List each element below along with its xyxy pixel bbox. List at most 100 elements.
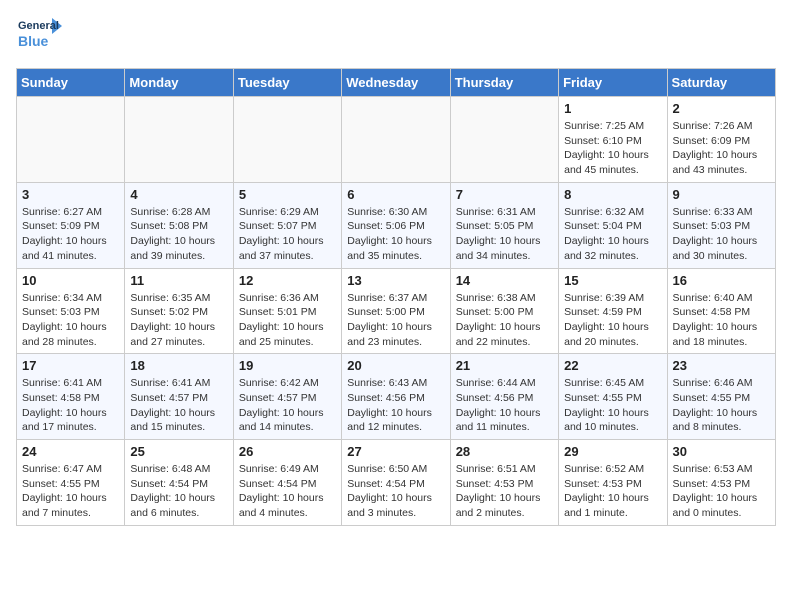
calendar-cell: 4 Sunrise: 6:28 AM Sunset: 5:08 PM Daylig…	[125, 182, 233, 268]
day-number: 14	[456, 273, 553, 288]
day-info: Sunrise: 6:40 AM Sunset: 4:58 PM Dayligh…	[673, 291, 770, 350]
day-info: Sunrise: 6:46 AM Sunset: 4:55 PM Dayligh…	[673, 376, 770, 435]
day-number: 21	[456, 358, 553, 373]
calendar-cell: 29 Sunrise: 6:52 AM Sunset: 4:53 PM Dayli…	[559, 440, 667, 526]
calendar-week-row: 10 Sunrise: 6:34 AM Sunset: 5:03 PM Dayli…	[17, 268, 776, 354]
day-info: Sunrise: 6:44 AM Sunset: 4:56 PM Dayligh…	[456, 376, 553, 435]
calendar-week-row: 1Sunrise: 7:25 AM Sunset: 6:10 PM Daylig…	[17, 97, 776, 183]
day-number: 4	[130, 187, 227, 202]
calendar-cell: 6 Sunrise: 6:30 AM Sunset: 5:06 PM Daylig…	[342, 182, 450, 268]
day-info: Sunrise: 6:41 AM Sunset: 4:57 PM Dayligh…	[130, 376, 227, 435]
weekday-header: Tuesday	[233, 69, 341, 97]
day-number: 22	[564, 358, 661, 373]
day-number: 5	[239, 187, 336, 202]
logo-svg: GeneralBlue	[16, 16, 66, 58]
weekday-header: Friday	[559, 69, 667, 97]
day-number: 6	[347, 187, 444, 202]
day-info: Sunrise: 6:47 AM Sunset: 4:55 PM Dayligh…	[22, 462, 119, 521]
day-info: Sunrise: 6:50 AM Sunset: 4:54 PM Dayligh…	[347, 462, 444, 521]
day-info: Sunrise: 6:32 AM Sunset: 5:04 PM Dayligh…	[564, 205, 661, 264]
day-number: 28	[456, 444, 553, 459]
calendar-cell: 21 Sunrise: 6:44 AM Sunset: 4:56 PM Dayli…	[450, 354, 558, 440]
calendar-cell: 18 Sunrise: 6:41 AM Sunset: 4:57 PM Dayli…	[125, 354, 233, 440]
calendar-header: SundayMondayTuesdayWednesdayThursdayFrid…	[17, 69, 776, 97]
day-number: 19	[239, 358, 336, 373]
calendar-week-row: 3 Sunrise: 6:27 AM Sunset: 5:09 PM Daylig…	[17, 182, 776, 268]
day-number: 8	[564, 187, 661, 202]
day-info: Sunrise: 6:28 AM Sunset: 5:08 PM Dayligh…	[130, 205, 227, 264]
calendar-cell: 27 Sunrise: 6:50 AM Sunset: 4:54 PM Dayli…	[342, 440, 450, 526]
calendar-cell: 26Sunrise: 6:49 AM Sunset: 4:54 PM Dayli…	[233, 440, 341, 526]
calendar-cell: 30 Sunrise: 6:53 AM Sunset: 4:53 PM Dayli…	[667, 440, 775, 526]
day-number: 29	[564, 444, 661, 459]
day-info: Sunrise: 6:27 AM Sunset: 5:09 PM Dayligh…	[22, 205, 119, 264]
header-row: SundayMondayTuesdayWednesdayThursdayFrid…	[17, 69, 776, 97]
day-number: 26	[239, 444, 336, 459]
logo: GeneralBlue	[16, 16, 66, 58]
day-number: 18	[130, 358, 227, 373]
calendar-cell: 9Sunrise: 6:33 AM Sunset: 5:03 PM Daylig…	[667, 182, 775, 268]
calendar-cell	[450, 97, 558, 183]
calendar-cell	[233, 97, 341, 183]
calendar-cell	[125, 97, 233, 183]
calendar-cell: 14Sunrise: 6:38 AM Sunset: 5:00 PM Dayli…	[450, 268, 558, 354]
weekday-header: Wednesday	[342, 69, 450, 97]
day-number: 3	[22, 187, 119, 202]
day-info: Sunrise: 6:51 AM Sunset: 4:53 PM Dayligh…	[456, 462, 553, 521]
calendar-cell: 5 Sunrise: 6:29 AM Sunset: 5:07 PM Daylig…	[233, 182, 341, 268]
day-info: Sunrise: 6:30 AM Sunset: 5:06 PM Dayligh…	[347, 205, 444, 264]
weekday-header: Sunday	[17, 69, 125, 97]
day-info: Sunrise: 6:39 AM Sunset: 4:59 PM Dayligh…	[564, 291, 661, 350]
day-number: 27	[347, 444, 444, 459]
day-number: 7	[456, 187, 553, 202]
day-info: Sunrise: 6:29 AM Sunset: 5:07 PM Dayligh…	[239, 205, 336, 264]
calendar-cell	[17, 97, 125, 183]
day-number: 25	[130, 444, 227, 459]
day-number: 20	[347, 358, 444, 373]
calendar-cell	[342, 97, 450, 183]
day-number: 17	[22, 358, 119, 373]
calendar: SundayMondayTuesdayWednesdayThursdayFrid…	[16, 68, 776, 526]
day-info: Sunrise: 6:41 AM Sunset: 4:58 PM Dayligh…	[22, 376, 119, 435]
calendar-cell: 13 Sunrise: 6:37 AM Sunset: 5:00 PM Dayli…	[342, 268, 450, 354]
day-number: 30	[673, 444, 770, 459]
calendar-cell: 15 Sunrise: 6:39 AM Sunset: 4:59 PM Dayli…	[559, 268, 667, 354]
calendar-cell: 28 Sunrise: 6:51 AM Sunset: 4:53 PM Dayli…	[450, 440, 558, 526]
day-number: 10	[22, 273, 119, 288]
calendar-cell: 7 Sunrise: 6:31 AM Sunset: 5:05 PM Daylig…	[450, 182, 558, 268]
day-info: Sunrise: 6:45 AM Sunset: 4:55 PM Dayligh…	[564, 376, 661, 435]
day-info: Sunrise: 6:37 AM Sunset: 5:00 PM Dayligh…	[347, 291, 444, 350]
calendar-cell: 24Sunrise: 6:47 AM Sunset: 4:55 PM Dayli…	[17, 440, 125, 526]
day-info: Sunrise: 6:36 AM Sunset: 5:01 PM Dayligh…	[239, 291, 336, 350]
day-number: 2	[673, 101, 770, 116]
calendar-cell: 25Sunrise: 6:48 AM Sunset: 4:54 PM Dayli…	[125, 440, 233, 526]
day-number: 16	[673, 273, 770, 288]
calendar-cell: 8 Sunrise: 6:32 AM Sunset: 5:04 PM Daylig…	[559, 182, 667, 268]
day-number: 13	[347, 273, 444, 288]
day-number: 1	[564, 101, 661, 116]
calendar-cell: 16 Sunrise: 6:40 AM Sunset: 4:58 PM Dayli…	[667, 268, 775, 354]
day-info: Sunrise: 6:31 AM Sunset: 5:05 PM Dayligh…	[456, 205, 553, 264]
weekday-header: Saturday	[667, 69, 775, 97]
svg-text:Blue: Blue	[18, 33, 49, 49]
day-info: Sunrise: 6:52 AM Sunset: 4:53 PM Dayligh…	[564, 462, 661, 521]
calendar-body: 1Sunrise: 7:25 AM Sunset: 6:10 PM Daylig…	[17, 97, 776, 526]
calendar-cell: 12 Sunrise: 6:36 AM Sunset: 5:01 PM Dayli…	[233, 268, 341, 354]
day-info: Sunrise: 6:35 AM Sunset: 5:02 PM Dayligh…	[130, 291, 227, 350]
calendar-cell: 19Sunrise: 6:42 AM Sunset: 4:57 PM Dayli…	[233, 354, 341, 440]
day-number: 12	[239, 273, 336, 288]
day-info: Sunrise: 6:43 AM Sunset: 4:56 PM Dayligh…	[347, 376, 444, 435]
day-number: 23	[673, 358, 770, 373]
svg-text:General: General	[18, 20, 59, 32]
calendar-cell: 10 Sunrise: 6:34 AM Sunset: 5:03 PM Dayli…	[17, 268, 125, 354]
calendar-cell: 23 Sunrise: 6:46 AM Sunset: 4:55 PM Dayli…	[667, 354, 775, 440]
calendar-cell: 2Sunrise: 7:26 AM Sunset: 6:09 PM Daylig…	[667, 97, 775, 183]
header: GeneralBlue	[16, 16, 776, 58]
calendar-cell: 17 Sunrise: 6:41 AM Sunset: 4:58 PM Dayli…	[17, 354, 125, 440]
day-info: Sunrise: 6:34 AM Sunset: 5:03 PM Dayligh…	[22, 291, 119, 350]
day-number: 9	[673, 187, 770, 202]
day-number: 15	[564, 273, 661, 288]
calendar-cell: 3 Sunrise: 6:27 AM Sunset: 5:09 PM Daylig…	[17, 182, 125, 268]
day-number: 11	[130, 273, 227, 288]
day-info: Sunrise: 6:53 AM Sunset: 4:53 PM Dayligh…	[673, 462, 770, 521]
